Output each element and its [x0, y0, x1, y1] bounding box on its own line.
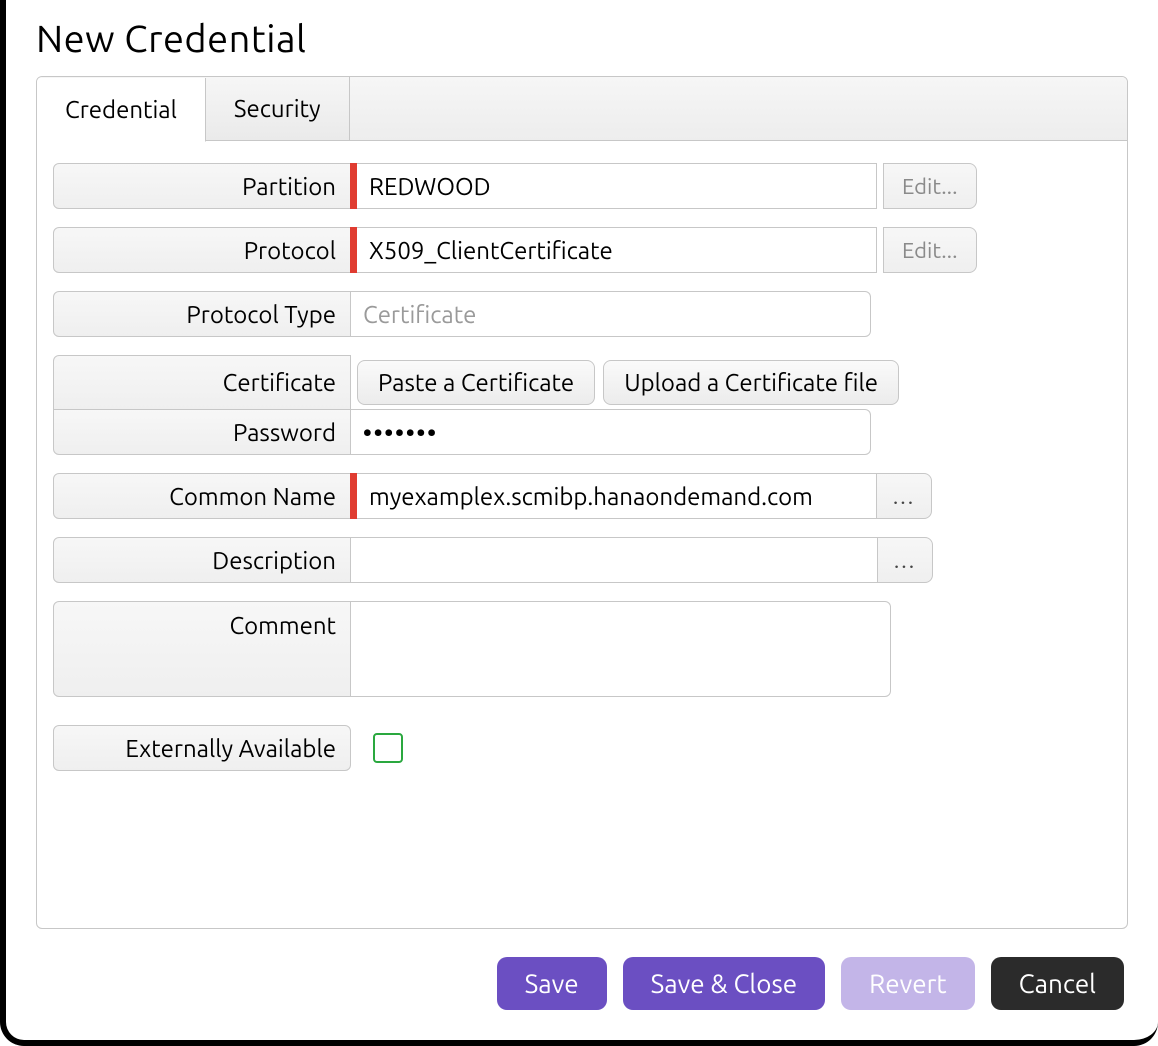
common-name-browse-button[interactable]: ... [876, 473, 932, 519]
externally-available-checkbox[interactable] [373, 733, 403, 763]
label-common-name: Common Name [53, 473, 351, 519]
partition-edit-button[interactable]: Edit... [883, 163, 977, 209]
tab-security[interactable]: Security [206, 77, 350, 140]
tabs-bar: Credential Security [37, 77, 1127, 141]
partition-input[interactable] [357, 163, 877, 209]
form-body: Partition Edit... Protocol Edit... Proto… [37, 141, 1127, 928]
new-credential-dialog: New Credential Credential Security Parti… [0, 0, 1158, 1046]
label-externally-available: Externally Available [53, 725, 351, 771]
cancel-button[interactable]: Cancel [991, 957, 1124, 1010]
comment-textarea[interactable] [351, 601, 891, 697]
label-protocol: Protocol [53, 227, 351, 273]
page-title: New Credential [36, 18, 1128, 60]
row-common-name: Common Name ... [53, 473, 1111, 519]
paste-certificate-button[interactable]: Paste a Certificate [357, 360, 595, 405]
required-mark-icon [350, 163, 357, 209]
protocol-input[interactable] [357, 227, 877, 273]
save-and-close-button[interactable]: Save & Close [623, 957, 825, 1010]
label-certificate: Certificate [53, 355, 351, 409]
label-password: Password [53, 409, 351, 455]
tab-credential[interactable]: Credential [37, 78, 206, 142]
label-partition: Partition [53, 163, 351, 209]
row-password: Password [53, 409, 1111, 455]
label-protocol-type: Protocol Type [53, 291, 351, 337]
row-protocol: Protocol Edit... [53, 227, 1111, 273]
password-input[interactable] [351, 409, 871, 455]
row-externally-available: Externally Available [53, 725, 1111, 771]
protocol-edit-button[interactable]: Edit... [883, 227, 977, 273]
required-mark-icon [350, 473, 357, 519]
description-input[interactable] [351, 537, 878, 583]
tabs-container: Credential Security Partition Edit... Pr… [36, 76, 1128, 929]
dialog-footer: Save Save & Close Revert Cancel [36, 929, 1128, 1010]
description-browse-button[interactable]: ... [877, 537, 933, 583]
row-comment: Comment [53, 601, 1111, 697]
save-button[interactable]: Save [497, 957, 607, 1010]
row-description: Description ... [53, 537, 1111, 583]
revert-button[interactable]: Revert [841, 957, 975, 1010]
row-certificate: Certificate Paste a Certificate Upload a… [53, 355, 1111, 409]
label-comment: Comment [53, 601, 351, 697]
label-description: Description [53, 537, 351, 583]
upload-certificate-button[interactable]: Upload a Certificate file [603, 360, 899, 405]
row-partition: Partition Edit... [53, 163, 1111, 209]
row-protocol-type: Protocol Type [53, 291, 1111, 337]
required-mark-icon [350, 227, 357, 273]
protocol-type-input [351, 291, 871, 337]
common-name-input[interactable] [357, 473, 877, 519]
